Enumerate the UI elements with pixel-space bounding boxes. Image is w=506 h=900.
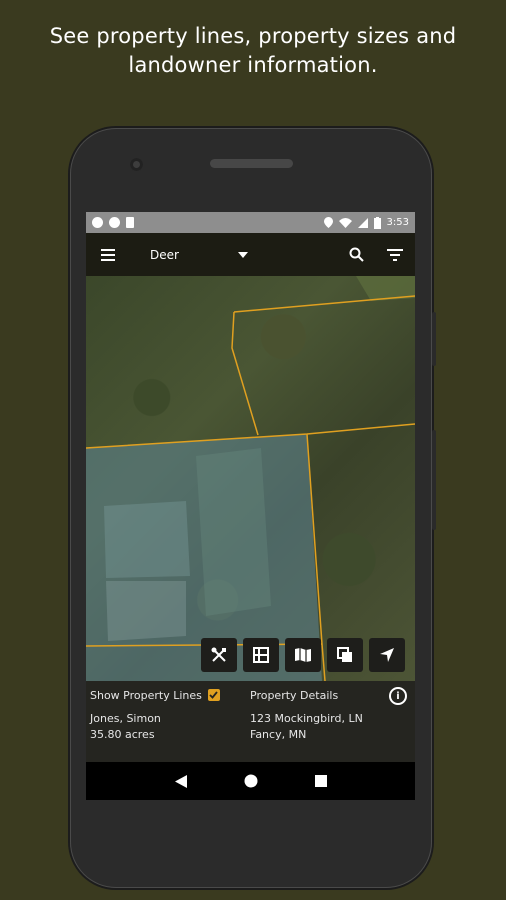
signal-icon bbox=[357, 217, 368, 228]
address-line-2: Fancy, MN bbox=[250, 728, 307, 741]
address-line-1: 123 Mockingbird, LN bbox=[250, 712, 363, 725]
circle-icon bbox=[109, 217, 120, 228]
wifi-icon bbox=[338, 217, 352, 228]
grid-icon[interactable] bbox=[243, 638, 279, 672]
home-icon[interactable] bbox=[244, 774, 258, 788]
headline-line-1: See property lines, property sizes and bbox=[49, 24, 457, 48]
property-lines-overlay bbox=[86, 276, 415, 681]
filter-icon[interactable] bbox=[375, 233, 415, 276]
tools-icon[interactable] bbox=[201, 638, 237, 672]
details-column: Property Details 123 Mockingbird, LN Fan… bbox=[250, 687, 400, 743]
front-camera bbox=[130, 158, 143, 171]
layers-icon[interactable] bbox=[327, 638, 363, 672]
recents-icon[interactable] bbox=[314, 775, 327, 787]
status-bar: 3:53 bbox=[86, 212, 415, 233]
battery-icon bbox=[373, 216, 381, 229]
hamburger-menu-icon[interactable] bbox=[86, 233, 130, 276]
property-lines-checkbox[interactable] bbox=[207, 689, 220, 701]
shield-icon bbox=[92, 217, 103, 228]
show-property-lines-toggle[interactable]: Show Property Lines bbox=[90, 687, 240, 703]
sd-card-icon bbox=[126, 217, 134, 228]
headline-line-2: landowner information. bbox=[128, 53, 378, 77]
show-property-lines-label: Show Property Lines bbox=[90, 688, 202, 702]
status-time: 3:53 bbox=[386, 217, 409, 228]
species-title[interactable]: Deer bbox=[150, 248, 220, 262]
info-icon[interactable]: i bbox=[389, 687, 407, 705]
back-icon[interactable] bbox=[174, 774, 187, 788]
property-info-panel: Show Property Lines Jones, Simon 35.80 a… bbox=[86, 681, 415, 762]
navigate-icon[interactable] bbox=[369, 638, 405, 672]
earpiece-speaker bbox=[210, 159, 293, 168]
search-icon[interactable] bbox=[337, 233, 375, 276]
owner-column: Show Property Lines Jones, Simon 35.80 a… bbox=[90, 687, 240, 743]
property-details-label: Property Details bbox=[250, 688, 339, 702]
headline: See property lines, property sizes and l… bbox=[0, 22, 506, 80]
caret-down-icon[interactable] bbox=[228, 233, 258, 276]
phone-side-button-lower bbox=[432, 430, 436, 530]
android-nav-bar bbox=[86, 762, 415, 800]
map-toolbar bbox=[201, 638, 405, 672]
app-bar: Deer bbox=[86, 233, 415, 276]
phone-screen: 3:53 Deer Show Property Lines Jones, Sim… bbox=[86, 212, 415, 800]
owner-name: Jones, Simon bbox=[90, 712, 161, 725]
map-icon[interactable] bbox=[285, 638, 321, 672]
acreage: 35.80 acres bbox=[90, 728, 155, 741]
phone-side-button-upper bbox=[432, 312, 436, 366]
location-icon bbox=[323, 217, 333, 228]
satellite-map[interactable] bbox=[86, 276, 415, 681]
